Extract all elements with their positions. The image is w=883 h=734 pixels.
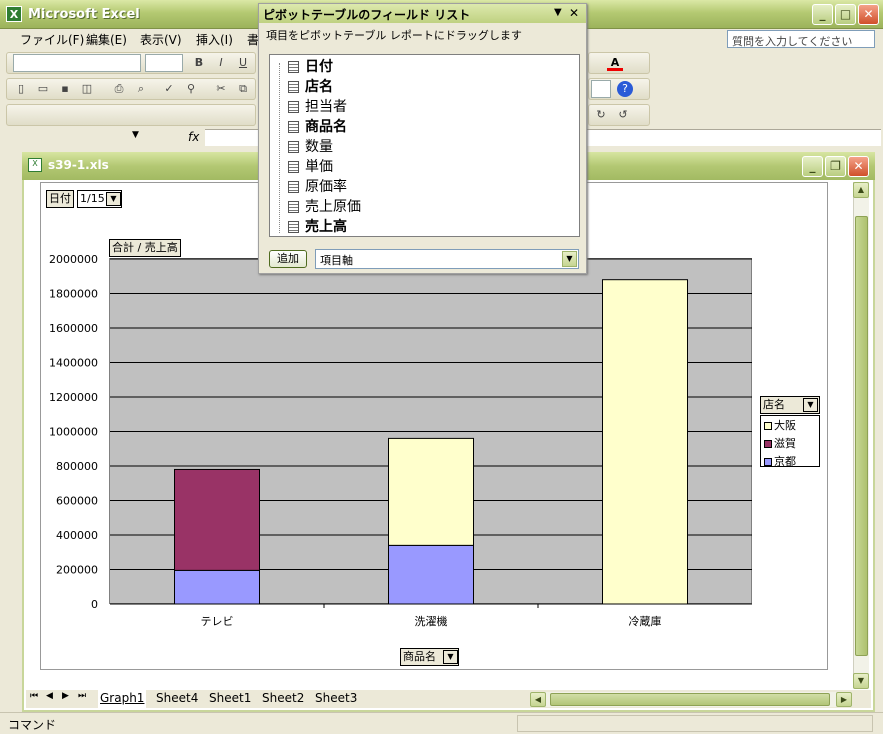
field-icon — [288, 161, 299, 173]
scroll-down-icon[interactable]: ▼ — [853, 673, 869, 689]
target-dropdown-icon[interactable]: ▼ — [562, 251, 577, 267]
field-list-title: ピボットテーブルのフィールド リスト — [263, 8, 471, 22]
y-tick-label: 1800000 — [49, 288, 98, 301]
legend[interactable]: 大阪 滋賀 京都 — [760, 415, 820, 470]
field-list-instruction: 項目をピボットテーブル レポートにドラッグします — [266, 29, 522, 42]
bar-大阪 — [388, 437, 474, 546]
field-icon — [288, 101, 299, 113]
field-icon — [288, 221, 299, 233]
field-list-title-bar[interactable]: ピボットテーブルのフィールド リスト — [259, 4, 586, 23]
bar-大阪 — [602, 279, 688, 605]
status-text: コマンド — [8, 718, 57, 732]
legend-label-shiga: 滋賀 — [774, 437, 796, 450]
horizontal-scrollbar[interactable]: ◀ ▶ — [530, 692, 852, 707]
sheet-tab-graph1[interactable]: Graph1 — [98, 690, 147, 708]
legend-swatch-kyoto — [764, 458, 772, 466]
y-tick-label: 1400000 — [49, 357, 98, 370]
legend-item-shiga: 滋賀 — [761, 434, 819, 452]
x-tick-label: 洗濯機 — [415, 614, 448, 628]
sheet-tab-sheet4[interactable]: Sheet4 — [154, 690, 200, 708]
bar-京都 — [174, 569, 260, 605]
scroll-right-icon[interactable]: ▶ — [836, 692, 852, 707]
field-item[interactable]: 商品名 — [288, 117, 347, 137]
field-item[interactable]: 店名 — [288, 77, 333, 97]
tree-line — [279, 63, 280, 233]
field-label: 日付 — [305, 59, 333, 75]
field-item[interactable]: 売上原価 — [288, 197, 361, 217]
field-label: 商品名 — [305, 119, 347, 135]
field-label: 数量 — [305, 139, 333, 155]
legend-swatch-shiga — [764, 440, 772, 448]
target-area-value: 項目軸 — [320, 254, 353, 267]
field-icon — [288, 81, 299, 93]
target-area-select[interactable]: 項目軸 — [315, 249, 579, 269]
scroll-up-icon[interactable]: ▲ — [853, 182, 869, 198]
status-panels — [517, 715, 873, 732]
field-list-menu-icon[interactable]: ▼ — [554, 7, 562, 18]
field-item[interactable]: 売上高 — [288, 217, 347, 237]
sheet-tab-sheet3[interactable]: Sheet3 — [313, 690, 359, 708]
field-label: 店名 — [305, 79, 333, 95]
field-item[interactable]: 原価率 — [288, 177, 347, 197]
field-label: 単価 — [305, 159, 333, 175]
scroll-left-icon[interactable]: ◀ — [530, 692, 546, 707]
y-tick-label: 600000 — [56, 495, 98, 508]
legend-label-osaka: 大阪 — [774, 419, 796, 432]
y-tick-label: 800000 — [56, 460, 98, 473]
vertical-scroll-thumb[interactable] — [855, 216, 868, 656]
field-item[interactable]: 担当者 — [288, 97, 347, 117]
category-dropdown-icon[interactable]: ▼ — [443, 650, 458, 664]
prev-sheet-icon[interactable]: ◀ — [46, 691, 53, 701]
x-tick-label: 冷蔵庫 — [629, 614, 662, 628]
field-icon — [288, 61, 299, 73]
legend-item-osaka: 大阪 — [761, 416, 819, 434]
pivot-field-list[interactable]: ピボットテーブルのフィールド リスト ▼ ✕ 項目をピボットテーブル レポートに… — [258, 3, 587, 274]
add-button[interactable]: 追加 — [269, 250, 307, 268]
x-tick-label: テレビ — [201, 615, 234, 628]
field-item[interactable]: 単価 — [288, 157, 333, 177]
y-tick-label: 400000 — [56, 529, 98, 542]
field-label: 担当者 — [305, 99, 347, 115]
sheet-tab-sheet2[interactable]: Sheet2 — [260, 690, 306, 708]
horizontal-scroll-thumb[interactable] — [550, 693, 830, 706]
field-icon — [288, 181, 299, 193]
sheet-tab-sheet1[interactable]: Sheet1 — [207, 690, 253, 708]
category-field-label: 商品名 — [403, 650, 436, 663]
y-tick-label: 1200000 — [49, 391, 98, 404]
y-tick-label: 1000000 — [49, 426, 98, 439]
next-sheet-icon[interactable]: ▶ — [62, 691, 69, 701]
field-list-close-icon[interactable]: ✕ — [569, 6, 579, 20]
y-tick-label: 2000000 — [49, 253, 98, 266]
field-icon — [288, 121, 299, 133]
first-sheet-icon[interactable]: ⏮ — [30, 691, 38, 701]
field-label: 売上原価 — [305, 199, 361, 215]
field-icon — [288, 141, 299, 153]
legend-item-kyoto: 京都 — [761, 452, 819, 470]
y-tick-label: 0 — [91, 598, 98, 611]
last-sheet-icon[interactable]: ⏭ — [78, 691, 86, 701]
legend-swatch-osaka — [764, 422, 772, 430]
status-bar: コマンド — [0, 712, 883, 734]
y-tick-label: 1600000 — [49, 322, 98, 335]
bar-滋賀 — [174, 468, 260, 571]
field-list-box: 日付店名担当者商品名数量単価原価率売上原価売上高 — [269, 54, 580, 237]
y-tick-label: 200000 — [56, 564, 98, 577]
field-label: 売上高 — [305, 219, 347, 235]
series-field-label: 店名 — [763, 398, 785, 411]
field-icon — [288, 201, 299, 213]
legend-label-kyoto: 京都 — [774, 455, 796, 468]
field-label: 原価率 — [305, 179, 347, 195]
field-item[interactable]: 数量 — [288, 137, 333, 157]
bar-京都 — [388, 544, 474, 605]
series-dropdown-icon[interactable]: ▼ — [803, 398, 818, 412]
field-item[interactable]: 日付 — [288, 57, 333, 77]
